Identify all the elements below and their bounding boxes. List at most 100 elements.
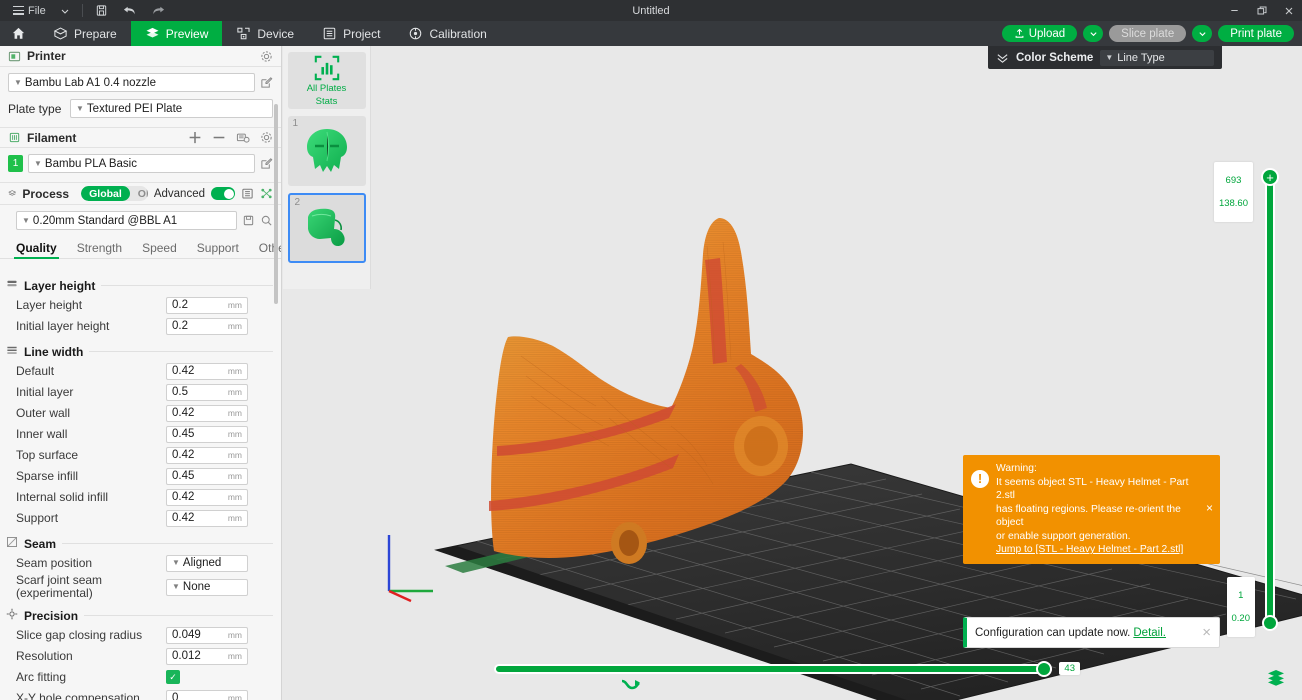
param-row: Top surface0.42mm	[0, 445, 281, 465]
edit-printer-icon[interactable]	[260, 76, 273, 89]
search-preset-icon[interactable]	[260, 214, 273, 227]
close-icon	[1283, 5, 1295, 17]
param-input[interactable]: 0.42mm	[166, 447, 248, 464]
layers-toggle-icon[interactable]	[1266, 668, 1286, 686]
param-input[interactable]: 0.012mm	[166, 648, 248, 665]
tab-support[interactable]: Support	[187, 241, 249, 258]
tab-preview[interactable]: Preview	[131, 21, 223, 46]
printer-model-select[interactable]: ▼ Bambu Lab A1 0.4 nozzle	[8, 73, 255, 92]
new-file-icon	[95, 4, 108, 17]
tab-project[interactable]: Project	[308, 21, 394, 46]
redo-button[interactable]	[144, 0, 173, 21]
print-plate-dropdown[interactable]	[1192, 25, 1212, 42]
home-button[interactable]	[0, 21, 39, 46]
process-preset-row: ▼ 0.20mm Standard @BBL A1	[0, 211, 281, 230]
menu-chevron-down-button[interactable]	[53, 0, 77, 21]
slice-plate-button[interactable]: Slice plate	[1109, 25, 1186, 42]
title-bar-left-group: File	[0, 0, 173, 21]
filament-select[interactable]: ▼ Bambu PLA Basic	[28, 154, 255, 173]
process-scope-toggle[interactable]: Global Objects	[81, 186, 148, 201]
color-scheme-icon[interactable]	[996, 51, 1009, 64]
advanced-toggle[interactable]	[211, 187, 235, 200]
close-button[interactable]	[1275, 0, 1302, 21]
config-close-button[interactable]: ×	[1202, 624, 1211, 641]
tab-device[interactable]: Device	[222, 21, 308, 46]
process-preset-select[interactable]: ▼ 0.20mm Standard @BBL A1	[16, 211, 237, 230]
3d-viewport[interactable]: Color Scheme ▼ Line Type ! Warning: It s…	[371, 46, 1302, 700]
param-unit: mm	[228, 513, 242, 523]
config-update-notification: Configuration can update now. Detail. ×	[963, 617, 1220, 648]
compare-preset-icon[interactable]	[260, 187, 273, 200]
param-input[interactable]: 0mm	[166, 690, 248, 700]
param-row: Initial layer0.5mm	[0, 382, 281, 402]
upload-button[interactable]: Upload	[1002, 25, 1077, 42]
tab-quality[interactable]: Quality	[6, 241, 67, 258]
scope-objects-option[interactable]: Objects	[130, 186, 148, 201]
restore-button[interactable]	[1248, 0, 1275, 21]
param-row: Slice gap closing radius0.049mm	[0, 625, 281, 645]
layer-slider-vertical[interactable]: + 693 138.60 1 0.20	[1227, 156, 1287, 645]
layer-slider-top-handle[interactable]: +	[1261, 168, 1279, 186]
param-input[interactable]: 0.2mm	[166, 297, 248, 314]
window-title: Untitled	[0, 5, 1302, 17]
file-menu-button[interactable]: File	[6, 0, 53, 21]
move-slider-horizontal[interactable]: 43	[494, 660, 1080, 678]
sync-filament-icon[interactable]	[236, 131, 250, 144]
sidebar-scrollbar[interactable]	[274, 104, 278, 304]
param-value: 0.42	[172, 491, 225, 503]
warning-line-1: It seems object STL - Heavy Helmet - Par…	[996, 476, 1200, 503]
move-slider-value: 43	[1059, 662, 1080, 675]
new-project-button[interactable]	[88, 0, 115, 21]
param-group-header: Line width	[6, 344, 273, 359]
param-input[interactable]: 0.42mm	[166, 510, 248, 527]
tab-speed[interactable]: Speed	[132, 241, 187, 258]
param-checkbox[interactable]: ✓	[166, 670, 180, 684]
layer-slider-track[interactable]	[1265, 178, 1275, 623]
param-input[interactable]: 0.45mm	[166, 426, 248, 443]
add-filament-icon[interactable]: ＋	[188, 133, 202, 143]
plate-thumbnail-2[interactable]: 2	[288, 193, 366, 263]
layer-slider-bottom-handle[interactable]	[1262, 615, 1278, 631]
gear-icon[interactable]	[260, 131, 273, 144]
param-input[interactable]: 0.049mm	[166, 627, 248, 644]
param-unit: mm	[228, 366, 242, 376]
remove-filament-icon[interactable]: －	[212, 133, 226, 143]
edit-filament-icon[interactable]	[260, 157, 273, 170]
color-scheme-select[interactable]: ▼ Line Type	[1100, 50, 1214, 66]
undo-button[interactable]	[115, 0, 144, 21]
filament-icon	[8, 131, 21, 144]
param-input[interactable]: 0.2mm	[166, 318, 248, 335]
scope-global-option[interactable]: Global	[81, 186, 130, 201]
param-input[interactable]: 0.5mm	[166, 384, 248, 401]
move-slider-track[interactable]	[494, 664, 1052, 674]
print-plate-button[interactable]: Print plate	[1218, 25, 1294, 42]
project-icon	[322, 26, 337, 41]
param-value: 0.45	[172, 428, 225, 440]
plate-thumbnail-1[interactable]: 1	[288, 116, 366, 186]
filament-index-badge[interactable]: 1	[8, 155, 23, 172]
warning-close-button[interactable]: ×	[1206, 502, 1213, 518]
parameter-list[interactable]: Layer heightLayer height0.2mmInitial lay…	[0, 270, 281, 700]
minimize-button[interactable]	[1221, 0, 1248, 21]
slice-plate-dropdown[interactable]	[1083, 25, 1103, 42]
save-preset-icon[interactable]	[242, 214, 255, 227]
tab-strength[interactable]: Strength	[67, 241, 132, 258]
color-scheme-bar: Color Scheme ▼ Line Type	[988, 46, 1222, 69]
param-input[interactable]: 0.42mm	[166, 405, 248, 422]
param-input[interactable]: 0.42mm	[166, 489, 248, 506]
plate-type-select[interactable]: ▼ Textured PEI Plate	[70, 99, 273, 118]
all-plates-stats-button[interactable]: All Plates Stats	[288, 52, 366, 109]
sequence-sweep-icon[interactable]	[620, 676, 642, 694]
list-view-icon[interactable]	[241, 187, 254, 200]
filament-name-value: Bambu PLA Basic	[45, 158, 137, 170]
tab-calibration[interactable]: Calibration	[394, 21, 500, 46]
param-select[interactable]: ▼Aligned	[166, 555, 248, 572]
param-input[interactable]: 0.42mm	[166, 363, 248, 380]
tab-prepare[interactable]: Prepare	[39, 21, 131, 46]
move-slider-handle[interactable]	[1036, 661, 1052, 677]
warning-jump-link[interactable]: Jump to [STL - Heavy Helmet - Part 2.stl…	[996, 543, 1200, 557]
gear-icon[interactable]	[260, 50, 273, 63]
param-input[interactable]: 0.45mm	[166, 468, 248, 485]
config-detail-link[interactable]: Detail.	[1133, 627, 1166, 639]
param-select[interactable]: ▼None	[166, 579, 248, 596]
